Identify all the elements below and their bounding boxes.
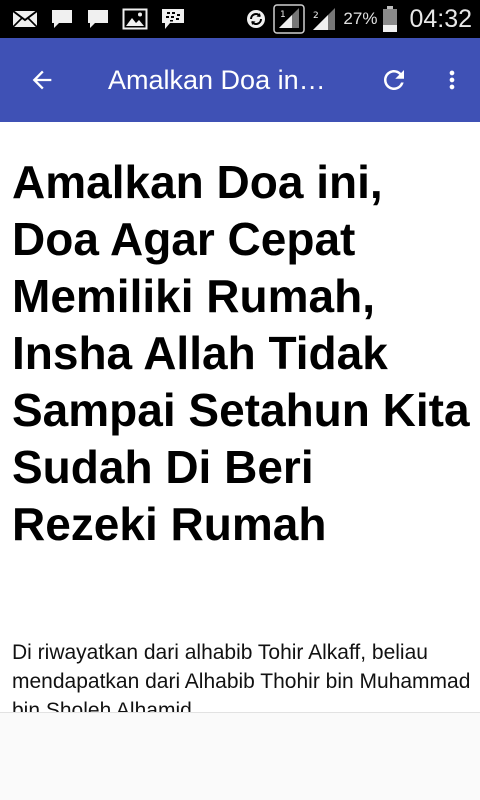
refresh-icon bbox=[384, 70, 404, 90]
system-icons: 1 2 27% 04:32 bbox=[245, 4, 472, 34]
status-bar: 1 2 27% 04:32 bbox=[0, 0, 480, 38]
notification-icons bbox=[12, 7, 186, 31]
svg-text:2: 2 bbox=[313, 11, 319, 21]
battery-percent: 27% bbox=[343, 9, 378, 28]
refresh-button[interactable] bbox=[364, 38, 424, 122]
bbm-icon bbox=[160, 7, 186, 31]
battery-icon bbox=[383, 6, 398, 32]
more-options-button[interactable] bbox=[424, 38, 480, 122]
bottom-panel bbox=[0, 712, 480, 800]
signal-icon: 1 bbox=[273, 4, 306, 34]
email-icon bbox=[12, 9, 38, 29]
more-vert-icon bbox=[449, 70, 455, 90]
sync-icon bbox=[245, 8, 267, 30]
chat-bubble-icon bbox=[86, 8, 110, 30]
svg-text:1: 1 bbox=[280, 10, 286, 20]
chat-bubble-icon bbox=[50, 8, 74, 30]
back-button[interactable] bbox=[0, 38, 84, 122]
image-icon bbox=[122, 8, 148, 30]
article-content[interactable]: Amalkan Doa ini, Doa Agar Cepat Memiliki… bbox=[0, 122, 480, 712]
arrow-back-icon bbox=[32, 70, 52, 90]
article-title: Amalkan Doa ini, Doa Agar Cepat Memiliki… bbox=[12, 156, 470, 550]
app-title: Amalkan Doa in… bbox=[108, 64, 326, 95]
clock: 04:32 bbox=[409, 4, 472, 33]
article-body: Di riwayatkan dari alhabib Tohir Alkaff,… bbox=[12, 641, 471, 712]
app-bar: Amalkan Doa in… bbox=[0, 38, 480, 122]
signal-icon: 2 bbox=[311, 6, 337, 32]
